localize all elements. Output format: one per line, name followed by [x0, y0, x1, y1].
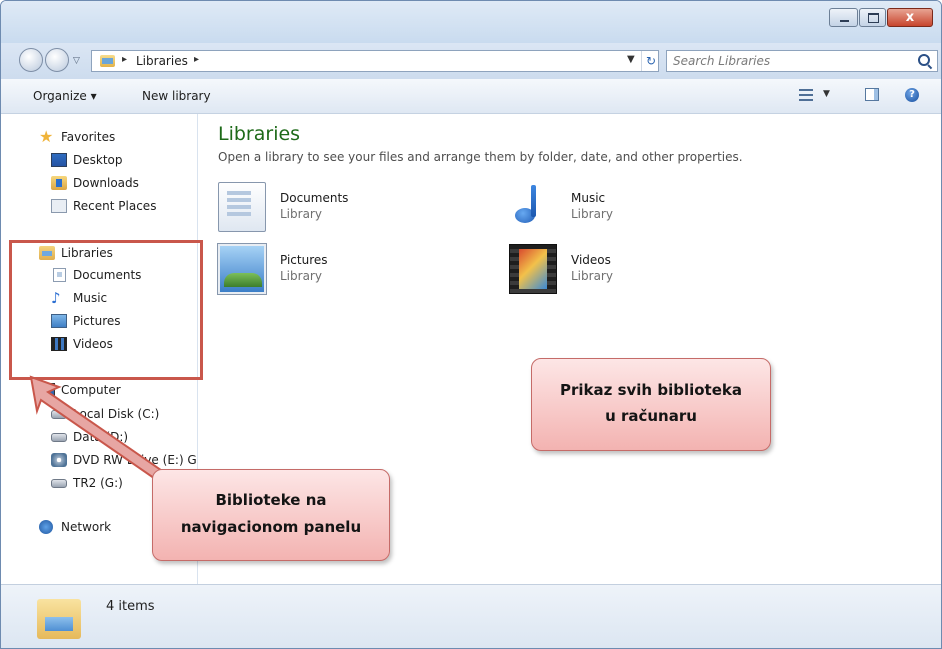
callout-text: u računaru — [605, 407, 697, 425]
callout-navigation-libraries: Biblioteke na navigacionom panelu — [152, 469, 390, 561]
explorer-window: x ▽ ▸ Libraries ▸ ▼ ↻ Organize ▾ New lib… — [0, 0, 942, 649]
callout-all-libraries: Prikaz svih biblioteka u računaru — [531, 358, 771, 451]
callout-text: navigacionom panelu — [180, 518, 362, 536]
libraries-folder-icon — [37, 599, 81, 639]
item-count: 4 items — [106, 599, 155, 614]
callout-text: Prikaz svih biblioteka — [560, 381, 742, 399]
details-pane: 4 items — [1, 584, 941, 648]
callout-text: Biblioteke na — [215, 491, 327, 509]
callout-arrow — [29, 375, 173, 487]
